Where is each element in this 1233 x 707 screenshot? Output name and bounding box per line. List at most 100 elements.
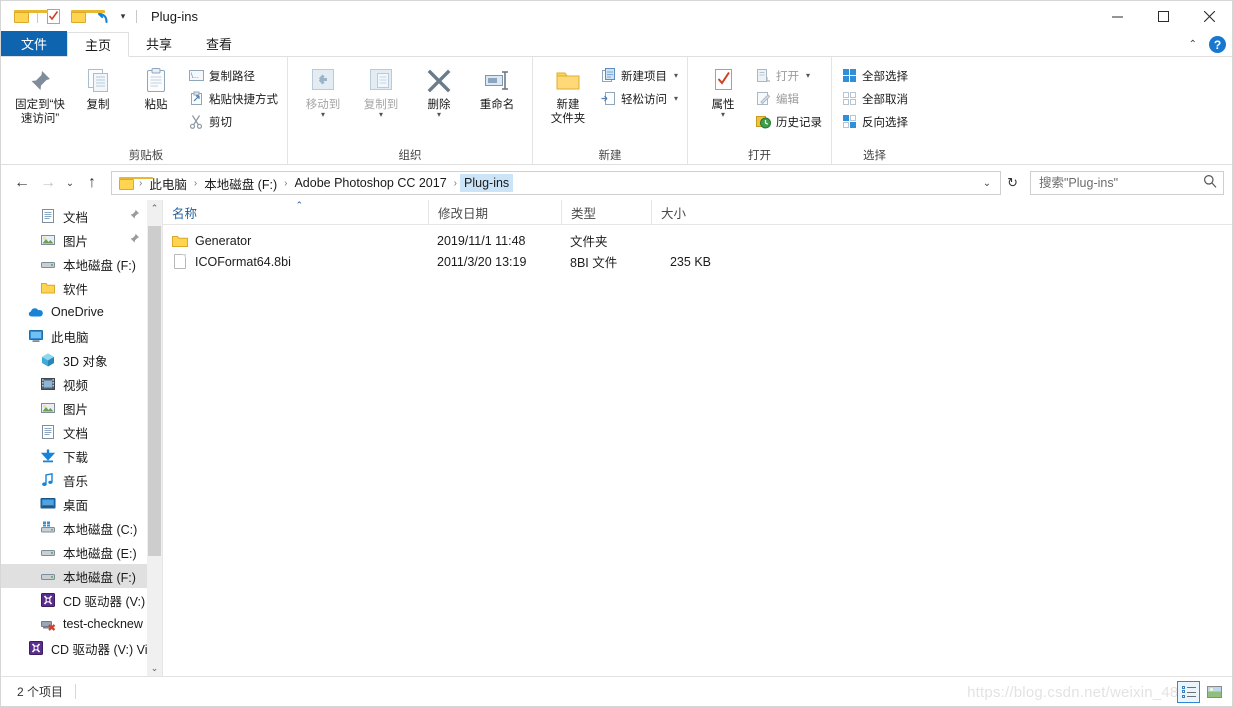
breadcrumb-separator-1[interactable]: ›: [191, 178, 200, 189]
folder-icon[interactable]: [9, 5, 48, 29]
undo-icon[interactable]: [90, 5, 114, 29]
nav-item-0[interactable]: 文档: [1, 204, 162, 228]
breadcrumb-this-pc[interactable]: 此电脑: [145, 172, 191, 195]
new-folder-icon[interactable]: [66, 5, 105, 29]
breadcrumb-photoshop[interactable]: Adobe Photoshop CC 2017: [290, 174, 450, 192]
new-item-button[interactable]: 新建项目 ▾: [597, 65, 681, 86]
nav-scroll-track[interactable]: [147, 216, 162, 660]
nav-item-10[interactable]: 下载: [1, 444, 162, 468]
paste-shortcut-button[interactable]: 粘贴快捷方式: [185, 88, 281, 109]
breadcrumb-plugins[interactable]: Plug-ins: [460, 174, 514, 192]
recent-locations-button[interactable]: ⌄: [61, 170, 79, 196]
back-button[interactable]: ←: [9, 170, 35, 196]
select-small-commands: 全部选择 全部取消 反向选择: [838, 61, 911, 132]
select-none-button[interactable]: 全部取消: [838, 88, 911, 109]
drive-icon: [39, 256, 56, 273]
nav-scroll-up-icon[interactable]: ⌃: [147, 200, 162, 216]
open-button[interactable]: 打开 ▾: [752, 65, 825, 86]
details-view-button[interactable]: [1177, 680, 1200, 703]
column-header-type[interactable]: 类型: [561, 200, 651, 225]
pin-icon[interactable]: [129, 209, 140, 223]
search-box[interactable]: [1030, 171, 1224, 195]
pin-to-quick-access-button[interactable]: 固定到“快 速访问”: [11, 61, 69, 126]
new-folder-button[interactable]: 新建 文件夹: [539, 61, 597, 126]
breadcrumb-drive-f[interactable]: 本地磁盘 (F:): [200, 172, 281, 195]
search-input[interactable]: [1037, 175, 1203, 191]
column-header-size[interactable]: 大小: [651, 200, 737, 225]
nav-item-7[interactable]: 视频: [1, 372, 162, 396]
up-button[interactable]: ↑: [79, 170, 105, 196]
status-bar: 2 个项目 https://blog.csdn.net/weixin_481: [1, 676, 1232, 706]
nav-item-5[interactable]: 此电脑: [1, 324, 162, 348]
address-dropdown-icon[interactable]: ⌄: [976, 178, 998, 189]
move-to-caret-icon[interactable]: ▾: [321, 111, 325, 119]
rename-button[interactable]: 重命名: [468, 61, 526, 112]
table-row[interactable]: ICOFormat64.8bi 2011/3/20 13:19 8BI 文件 235 …: [163, 251, 1232, 272]
nav-item-6[interactable]: 3D 对象: [1, 348, 162, 372]
forward-button[interactable]: →: [35, 170, 61, 196]
nav-item-13[interactable]: 本地磁盘 (C:): [1, 516, 162, 540]
nav-item-18[interactable]: CD 驱动器 (V:) Vi: [1, 636, 162, 660]
breadcrumb-bar[interactable]: › 此电脑 › 本地磁盘 (F:) › Adobe Photoshop CC 2…: [111, 171, 1002, 195]
search-icon[interactable]: [1203, 174, 1217, 193]
pin-icon[interactable]: [129, 233, 140, 247]
cut-button[interactable]: 剪切: [185, 111, 281, 132]
nav-item-12[interactable]: 桌面: [1, 492, 162, 516]
qat-dropdown-icon[interactable]: ▾: [114, 5, 132, 29]
properties-button[interactable]: 属性 ▾: [694, 61, 752, 119]
nav-item-9[interactable]: 文档: [1, 420, 162, 444]
breadcrumb-separator-0[interactable]: ›: [136, 178, 145, 189]
copy-button[interactable]: 复制: [69, 61, 127, 112]
delete-button[interactable]: 删除 ▾: [410, 61, 468, 119]
delete-caret-icon[interactable]: ▾: [437, 111, 441, 119]
copy-to-button[interactable]: 复制到 ▾: [352, 61, 410, 119]
invert-selection-button[interactable]: 反向选择: [838, 111, 911, 132]
nav-item-8[interactable]: 图片: [1, 396, 162, 420]
tab-home[interactable]: 主页: [67, 32, 130, 57]
cd-drive-icon: [27, 640, 44, 657]
easy-access-caret-icon[interactable]: ▾: [674, 94, 678, 103]
maximize-button[interactable]: [1140, 1, 1186, 32]
nav-item-16[interactable]: CD 驱动器 (V:) V: [1, 588, 162, 612]
new-item-caret-icon[interactable]: ▾: [674, 71, 678, 80]
watermark-text: https://blog.csdn.net/weixin_481: [967, 684, 1187, 701]
nav-item-14[interactable]: 本地磁盘 (E:): [1, 540, 162, 564]
select-all-button[interactable]: 全部选择: [838, 65, 911, 86]
minimize-button[interactable]: [1094, 1, 1140, 32]
history-button[interactable]: 历史记录: [752, 111, 825, 132]
large-icons-view-button[interactable]: [1203, 681, 1226, 703]
collapse-ribbon-icon[interactable]: ⌃: [1183, 39, 1203, 50]
refresh-button[interactable]: ↻: [1001, 175, 1024, 191]
nav-item-3[interactable]: 软件: [1, 276, 162, 300]
nav-scroll-thumb[interactable]: [148, 226, 161, 556]
nav-item-2[interactable]: 本地磁盘 (F:): [1, 252, 162, 276]
help-icon[interactable]: ?: [1209, 36, 1226, 53]
copy-to-caret-icon[interactable]: ▾: [379, 111, 383, 119]
open-caret-icon[interactable]: ▾: [806, 71, 810, 80]
breadcrumb-separator-2[interactable]: ›: [281, 178, 290, 189]
column-header-name[interactable]: 名称 ⌃: [163, 200, 428, 225]
nav-item-17[interactable]: test-checknew: [1, 612, 162, 636]
nav-item-11[interactable]: 音乐: [1, 468, 162, 492]
file-explorer-window: ▾ Plug-ins 文件 主页 共享 查看 ⌃ ? 固定到“快 速访问” 复制…: [0, 0, 1233, 707]
nav-item-15[interactable]: 本地磁盘 (F:): [1, 564, 162, 588]
breadcrumb-separator-3[interactable]: ›: [451, 178, 460, 189]
tab-share[interactable]: 共享: [129, 31, 189, 56]
properties-icon[interactable]: [42, 5, 66, 29]
nav-item-1[interactable]: 图片: [1, 228, 162, 252]
easy-access-button[interactable]: 轻松访问 ▾: [597, 88, 681, 109]
tab-view[interactable]: 查看: [189, 31, 249, 56]
nav-scroll-down-icon[interactable]: ⌄: [147, 660, 162, 676]
navigation-scrollbar[interactable]: ⌃ ⌄: [147, 200, 162, 676]
tab-file[interactable]: 文件: [1, 31, 68, 56]
paste-button[interactable]: 粘贴: [127, 61, 185, 112]
move-to-button[interactable]: 移动到 ▾: [294, 61, 352, 119]
copy-path-button[interactable]: \... 复制路径: [185, 65, 281, 86]
nav-item-4[interactable]: OneDrive: [1, 300, 162, 324]
close-button[interactable]: [1186, 1, 1232, 32]
pictures-icon: [39, 400, 56, 417]
column-header-date[interactable]: 修改日期: [428, 200, 561, 225]
edit-button[interactable]: 编辑: [752, 88, 825, 109]
properties-caret-icon[interactable]: ▾: [721, 111, 725, 119]
table-row[interactable]: Generator 2019/11/1 11:48 文件夹: [163, 230, 1232, 251]
